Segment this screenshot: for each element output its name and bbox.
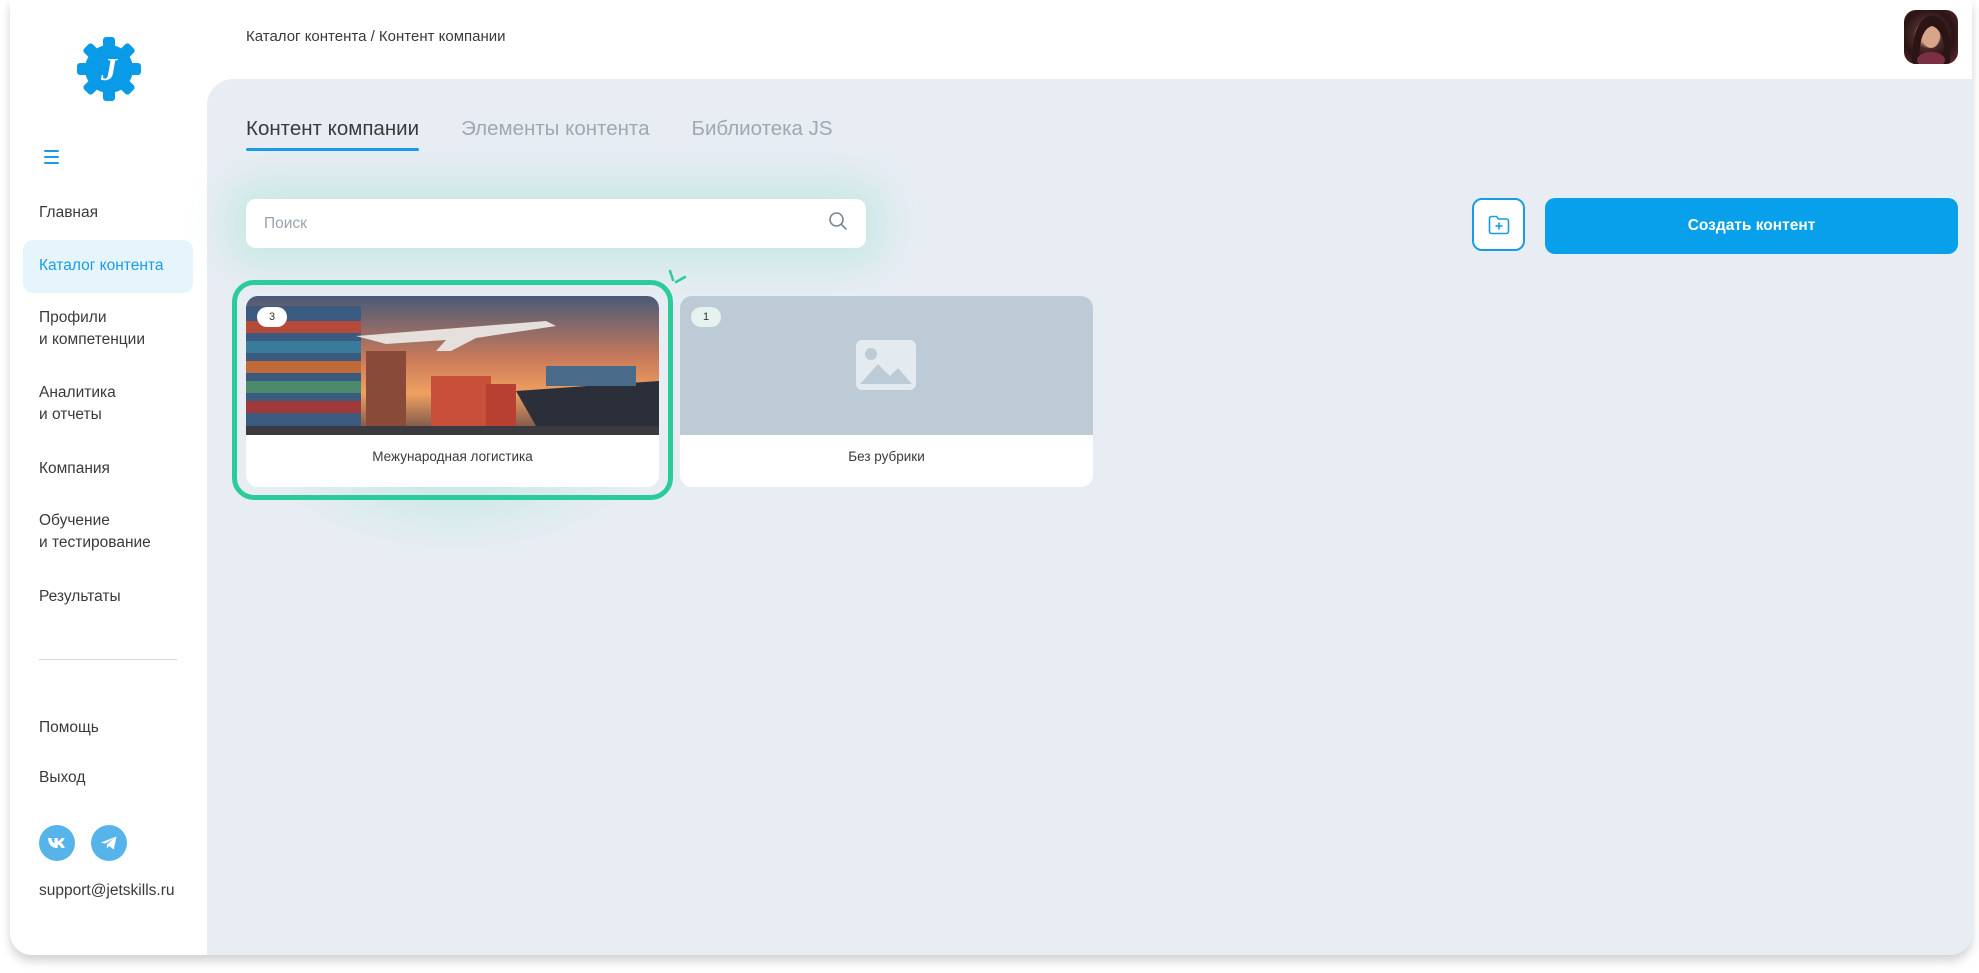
- sidebar-item-results[interactable]: Результаты: [23, 571, 193, 624]
- image-placeholder-icon: [856, 340, 916, 390]
- sidebar-item-label: и отчеты: [39, 406, 102, 423]
- create-content-button[interactable]: Создать контент: [1545, 198, 1958, 254]
- main-content: Контент компании Элементы контента Библи…: [207, 79, 1972, 955]
- sidebar-item-label: Каталог контента: [39, 257, 164, 274]
- logo-icon[interactable]: J: [74, 34, 144, 104]
- sidebar-nav: Главная Каталог контента Профили и компе…: [23, 187, 193, 624]
- add-folder-button[interactable]: [1472, 198, 1525, 251]
- breadcrumb: Каталог контента / Контент компании: [246, 28, 506, 45]
- vk-icon[interactable]: [39, 825, 75, 861]
- category-card-uncategorized[interactable]: 1 Без рубрики: [680, 296, 1093, 487]
- content-tabs: Контент компании Элементы контента Библи…: [246, 117, 833, 151]
- sidebar-item-learning[interactable]: Обучение и тестирование: [23, 496, 193, 571]
- card-title: Без рубрики: [848, 449, 925, 464]
- sidebar-item-label: Компания: [39, 460, 110, 477]
- sidebar-item-home[interactable]: Главная: [23, 187, 193, 240]
- sidebar-item-company[interactable]: Компания: [23, 443, 193, 496]
- search-icon[interactable]: [828, 211, 848, 236]
- sidebar-item-label: Профили: [39, 309, 107, 326]
- telegram-icon[interactable]: [91, 825, 127, 861]
- category-card-logistics[interactable]: 3 Межународная логистика: [246, 296, 659, 487]
- sidebar-item-label: Результаты: [39, 588, 121, 605]
- sidebar-item-analytics[interactable]: Аналитика и отчеты: [23, 368, 193, 443]
- sparkle-icon: [668, 269, 687, 284]
- tab-content-elements[interactable]: Элементы контента: [461, 117, 649, 151]
- item-count-badge: 3: [257, 307, 287, 327]
- sidebar-item-profiles[interactable]: Профили и компетенции: [23, 293, 193, 368]
- sidebar: J Главная Каталог контента Профили и ком…: [10, 0, 207, 955]
- sidebar-item-label: Обучение: [39, 512, 110, 529]
- menu-toggle-icon[interactable]: [44, 150, 64, 168]
- tab-js-library[interactable]: Библиотека JS: [691, 117, 832, 151]
- card-title: Межународная логистика: [372, 449, 533, 464]
- sidebar-item-label: и тестирование: [39, 534, 151, 551]
- item-count-badge: 1: [691, 307, 721, 327]
- logo-letter: J: [100, 51, 118, 87]
- sidebar-divider: [39, 659, 177, 660]
- logout-link[interactable]: Выход: [39, 769, 85, 787]
- avatar[interactable]: [1904, 10, 1958, 64]
- app-window: J Главная Каталог контента Профили и ком…: [10, 0, 1972, 955]
- tab-company-content[interactable]: Контент компании: [246, 117, 420, 151]
- sidebar-item-label: Аналитика: [39, 384, 116, 401]
- logistics-photo: [246, 296, 659, 435]
- search-box: [246, 199, 866, 248]
- support-email[interactable]: support@jetskills.ru: [39, 882, 174, 900]
- help-link[interactable]: Помощь: [39, 719, 99, 737]
- sidebar-item-label: и компетенции: [39, 331, 145, 348]
- folder-plus-icon: [1488, 215, 1509, 234]
- search-input[interactable]: [264, 214, 828, 233]
- sidebar-item-label: Главная: [39, 204, 98, 221]
- sidebar-item-content-catalog[interactable]: Каталог контента: [23, 240, 193, 293]
